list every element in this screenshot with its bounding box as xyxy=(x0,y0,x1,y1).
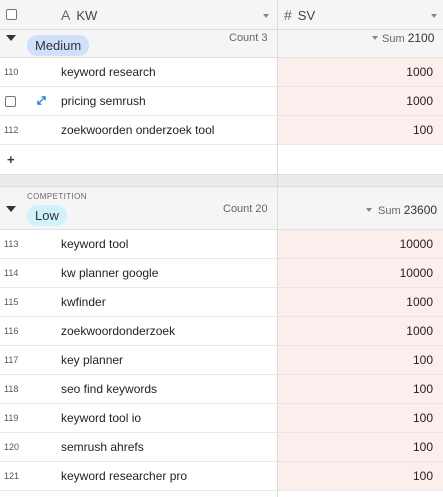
sv-cell[interactable]: 100 xyxy=(278,375,443,403)
kw-cell[interactable]: pricing semrush xyxy=(61,87,146,116)
group-separator xyxy=(0,175,443,187)
summary-dropdown-icon[interactable] xyxy=(372,36,378,40)
sv-cell[interactable]: 10000 xyxy=(278,259,443,287)
group-header-medium: Medium Count 3 Sum 2100 xyxy=(0,30,443,58)
sv-column-dropdown-icon[interactable] xyxy=(431,14,437,18)
add-record-row[interactable]: + xyxy=(0,145,443,175)
table-row[interactable]: 115 kwfinder 1000 xyxy=(0,288,443,317)
row-number: 118 xyxy=(4,384,19,394)
row-number: 114 xyxy=(4,268,19,278)
kw-cell[interactable]: zoekwoorden onderzoek tool xyxy=(61,116,214,145)
kw-cell[interactable]: keyword researcher pro xyxy=(61,462,187,491)
grid-view: A KW # SV Medium Count 3 Sum 2100 110 ke… xyxy=(0,0,443,497)
kw-column-dropdown-icon[interactable] xyxy=(263,14,269,18)
collapse-group-icon[interactable] xyxy=(6,35,16,41)
select-all-checkbox[interactable] xyxy=(6,9,17,20)
table-row[interactable]: 119 keyword tool io 100 xyxy=(0,404,443,433)
row-number: 119 xyxy=(4,413,19,423)
expand-record-icon[interactable] xyxy=(37,96,46,105)
table-row[interactable]: 117 key planner 100 xyxy=(0,346,443,375)
sv-column-header[interactable]: # SV xyxy=(284,0,315,30)
add-record-button[interactable]: + xyxy=(7,152,15,167)
table-row[interactable]: 120 semrush ahrefs 100 xyxy=(0,433,443,462)
kw-cell[interactable]: key planner xyxy=(61,346,123,375)
row-number: 113 xyxy=(4,239,19,249)
summary-dropdown-icon[interactable] xyxy=(366,208,372,212)
row-number: 120 xyxy=(4,442,20,452)
collapse-group-icon[interactable] xyxy=(6,206,16,212)
column-divider xyxy=(277,0,278,497)
sv-cell[interactable]: 1000 xyxy=(278,288,443,316)
group-field-label: COMPETITION xyxy=(27,192,87,201)
kw-cell[interactable]: seo find keywords xyxy=(61,375,157,404)
sv-cell[interactable]: 1000 xyxy=(278,317,443,345)
number-field-icon: # xyxy=(284,7,292,23)
table-row[interactable]: 110 keyword research 1000 xyxy=(0,58,443,87)
kw-column-label: KW xyxy=(76,7,98,23)
kw-cell[interactable]: kw planner google xyxy=(61,259,158,288)
sv-cell[interactable]: 100 xyxy=(278,404,443,432)
sv-cell[interactable]: 100 xyxy=(278,433,443,461)
row-number: 110 xyxy=(4,67,19,77)
table-row[interactable]: 121 keyword researcher pro 100 xyxy=(0,462,443,491)
group-pill-low: Low xyxy=(27,205,67,226)
table-row[interactable]: 113 keyword tool 10000 xyxy=(0,230,443,259)
row-checkbox[interactable] xyxy=(5,96,16,107)
group-count: Count 3 xyxy=(229,32,268,44)
group-sum[interactable]: Sum 2100 xyxy=(382,31,434,45)
row-number: 112 xyxy=(4,125,19,135)
sv-cell[interactable]: 100 xyxy=(278,346,443,374)
sv-cell[interactable]: 1000 xyxy=(278,87,443,115)
sv-cell[interactable]: 1000 xyxy=(278,58,443,86)
table-row[interactable]: 114 kw planner google 10000 xyxy=(0,259,443,288)
row-number: 117 xyxy=(4,355,19,365)
kw-cell[interactable]: zoekwoordonderzoek xyxy=(61,317,175,346)
kw-cell[interactable]: keyword tool io xyxy=(61,404,141,433)
kw-cell[interactable]: keyword tool xyxy=(61,230,128,259)
group-sum[interactable]: Sum 23600 xyxy=(378,203,437,217)
table-row[interactable]: 112 zoekwoorden onderzoek tool 100 xyxy=(0,116,443,145)
row-number: 116 xyxy=(4,326,19,336)
group-count: Count 20 xyxy=(223,203,268,215)
row-number: 121 xyxy=(4,471,20,481)
sv-cell[interactable]: 100 xyxy=(278,116,443,144)
sv-cell[interactable]: 100 xyxy=(278,462,443,490)
group-header-low: COMPETITION Low Count 20 Sum 23600 xyxy=(0,187,443,230)
sv-column-label: SV xyxy=(297,7,316,23)
group-pill-medium: Medium xyxy=(27,35,90,56)
kw-cell[interactable]: kwfinder xyxy=(61,288,106,317)
row-number: 115 xyxy=(4,297,19,307)
text-field-icon: A xyxy=(61,7,71,23)
sv-cell[interactable]: 10000 xyxy=(278,230,443,258)
kw-cell[interactable]: semrush ahrefs xyxy=(61,433,144,462)
column-header-row: A KW # SV xyxy=(0,0,443,30)
table-row[interactable]: 116 zoekwoordonderzoek 1000 xyxy=(0,317,443,346)
table-row[interactable]: pricing semrush 1000 xyxy=(0,87,443,116)
table-row[interactable]: 118 seo find keywords 100 xyxy=(0,375,443,404)
kw-cell[interactable]: keyword research xyxy=(61,58,156,87)
kw-column-header[interactable]: A KW xyxy=(61,0,97,30)
